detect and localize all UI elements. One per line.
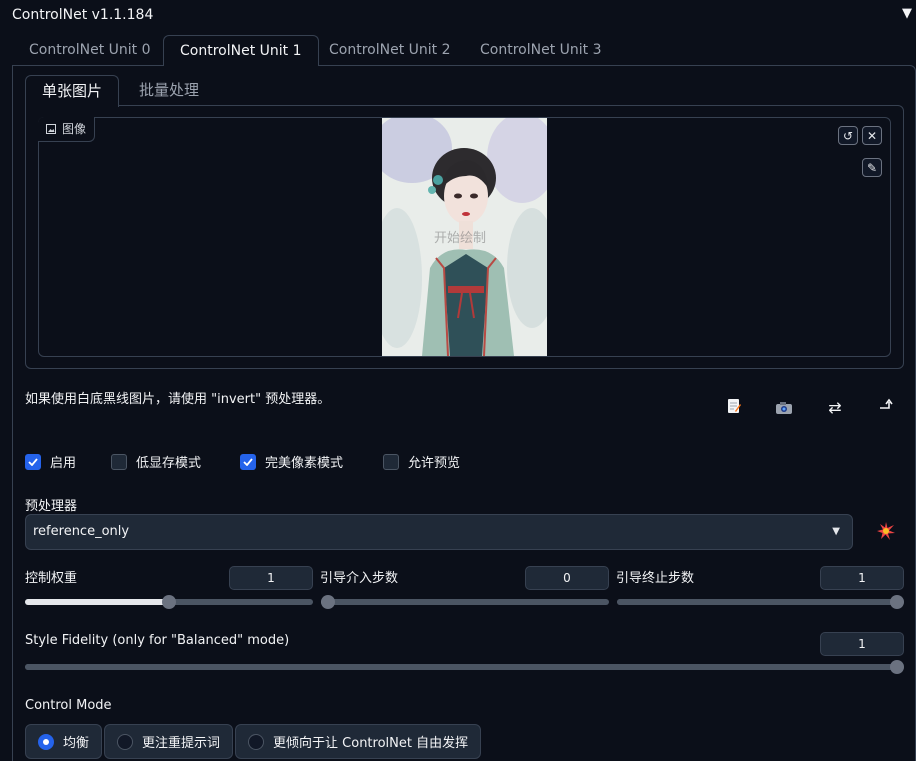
guidance-start-slider[interactable] xyxy=(321,595,609,609)
swap-icon[interactable]: ⇄ xyxy=(824,396,846,418)
image-icon xyxy=(46,124,56,134)
guidance-start-input[interactable]: 0 xyxy=(525,566,609,590)
undo-icon[interactable]: ↺ xyxy=(838,126,858,145)
guidance-start-label: 引导介入步数 xyxy=(320,571,399,586)
run-preprocessor-icon[interactable] xyxy=(875,520,897,542)
control-mode-option-label: 均衡 xyxy=(63,736,90,751)
style-fidelity-input[interactable]: 1 xyxy=(820,632,904,656)
slider-fill xyxy=(617,599,897,605)
radio-selected-icon xyxy=(38,733,54,750)
close-icon[interactable]: ✕ xyxy=(862,126,882,145)
preprocessor-dropdown[interactable]: reference_only ▼ xyxy=(25,514,853,550)
slider-fill xyxy=(25,599,169,605)
checkbox-checked-icon xyxy=(240,453,256,470)
low-vram-checkbox[interactable]: 低显存模式 xyxy=(111,452,201,471)
checkbox-checked-icon xyxy=(25,453,41,470)
guidance-end-input[interactable]: 1 xyxy=(820,566,904,590)
radio-empty-icon xyxy=(248,733,265,750)
invert-hint: 如果使用白底黑线图片，请使用 "invert" 预处理器。 xyxy=(25,392,331,407)
control-weight-slider[interactable] xyxy=(25,595,313,609)
new-canvas-icon[interactable] xyxy=(723,395,745,417)
preprocessor-value: reference_only xyxy=(33,524,130,539)
low-vram-label: 低显存模式 xyxy=(136,456,202,471)
image-label: 图像 xyxy=(38,117,96,142)
allow-preview-checkbox[interactable]: 允许预览 xyxy=(383,452,460,471)
control-mode-prompt[interactable]: 更注重提示词 xyxy=(104,724,234,759)
slider-thumb[interactable] xyxy=(321,595,335,609)
guidance-end-label: 引导终止步数 xyxy=(616,571,695,586)
enable-label: 启用 xyxy=(50,456,77,471)
start-drawing-watermark: 开始绘制 xyxy=(434,231,487,246)
radio-empty-icon xyxy=(117,733,134,750)
control-weight-input[interactable]: 1 xyxy=(229,566,313,590)
slider-thumb[interactable] xyxy=(890,595,904,609)
guidance-end-slider[interactable] xyxy=(617,595,904,609)
style-fidelity-label: Style Fidelity (only for "Balanced" mode… xyxy=(25,633,290,648)
tab-controlnet-unit-1[interactable]: ControlNet Unit 1 xyxy=(163,35,319,66)
enable-checkbox[interactable]: 启用 xyxy=(25,452,76,471)
control-mode-balanced[interactable]: 均衡 xyxy=(25,724,103,759)
collapse-icon[interactable]: ▼ xyxy=(902,6,912,21)
accordion-title[interactable]: ControlNet v1.1.184 xyxy=(12,7,153,23)
tab-controlnet-unit-0[interactable]: ControlNet Unit 0 xyxy=(13,35,167,65)
slider-fill xyxy=(25,664,897,670)
tab-controlnet-unit-3[interactable]: ControlNet Unit 3 xyxy=(464,35,618,65)
checkbox-empty-icon xyxy=(383,453,399,470)
brush-icon[interactable]: ✎ xyxy=(862,158,882,177)
camera-icon[interactable] xyxy=(773,397,795,419)
allow-preview-label: 允许预览 xyxy=(408,456,461,471)
control-mode-option-label: 更倾向于让 ControlNet 自由发挥 xyxy=(273,736,469,751)
checkbox-empty-icon xyxy=(111,453,127,470)
tab-batch[interactable]: 批量处理 xyxy=(123,75,215,106)
control-mode-option-label: 更注重提示词 xyxy=(142,736,221,751)
control-weight-label: 控制权重 xyxy=(25,571,78,586)
preprocessor-label: 预处理器 xyxy=(25,499,78,514)
pixel-perfect-checkbox[interactable]: 完美像素模式 xyxy=(240,452,343,471)
slider-thumb[interactable] xyxy=(890,660,904,674)
pixel-perfect-label: 完美像素模式 xyxy=(265,456,344,471)
control-mode-radio-group: 均衡 更注重提示词 更倾向于让 ControlNet 自由发挥 xyxy=(25,724,482,759)
chevron-down-icon: ▼ xyxy=(832,526,840,537)
send-dimensions-icon[interactable] xyxy=(876,394,898,416)
style-fidelity-slider[interactable] xyxy=(25,660,904,674)
slider-thumb[interactable] xyxy=(162,595,176,609)
tab-single-image[interactable]: 单张图片 xyxy=(25,75,120,107)
image-label-text: 图像 xyxy=(62,122,87,136)
control-mode-controlnet[interactable]: 更倾向于让 ControlNet 自由发挥 xyxy=(235,724,482,759)
tab-controlnet-unit-2[interactable]: ControlNet Unit 2 xyxy=(313,35,467,65)
control-mode-label: Control Mode xyxy=(25,698,112,713)
